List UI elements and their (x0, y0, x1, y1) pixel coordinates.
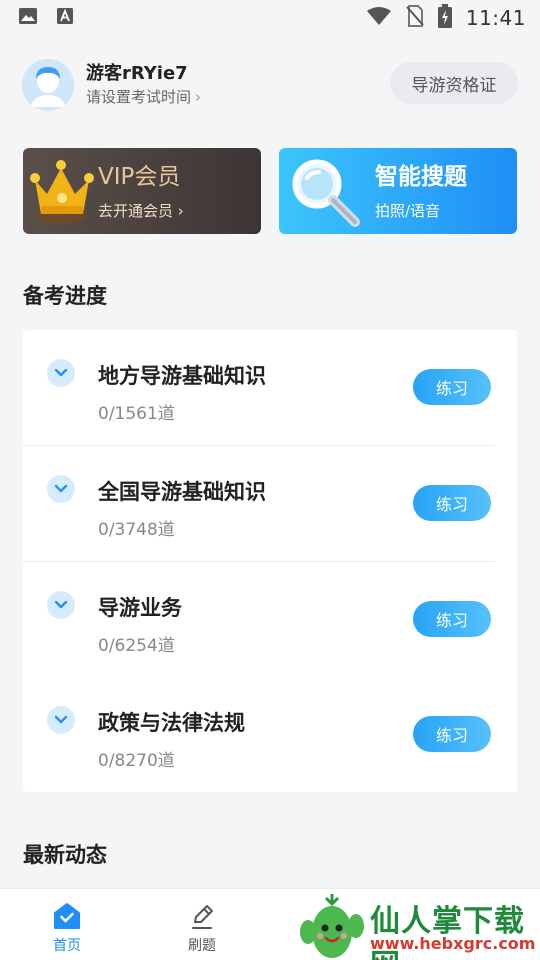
chevron-down-icon[interactable] (47, 359, 75, 387)
status-left (18, 7, 74, 29)
chevron-down-icon[interactable] (47, 591, 75, 619)
vip-membership-card[interactable]: VIP会员 去开通会员 › (23, 148, 261, 234)
vip-title: VIP会员 (98, 164, 181, 190)
avatar[interactable] (22, 59, 74, 111)
practice-button[interactable]: 练习 (413, 601, 491, 637)
watermark-url: www.hebxgrc.com (370, 934, 536, 953)
subject-name: 地方导游基础知识 (98, 364, 266, 388)
set-exam-time-link[interactable]: 请设置考试时间 › (86, 86, 201, 108)
subject-count: 0/6254道 (98, 636, 175, 656)
watermark: 仙人掌下载网 www.hebxgrc.com (296, 890, 540, 960)
no-sim-icon (406, 5, 424, 31)
tab-practice-label: 刷题 (188, 938, 216, 954)
profile-text: 游客rRYie7 请设置考试时间 › (86, 62, 201, 108)
status-right: 11:41 (366, 4, 526, 32)
tab-home-label: 首页 (53, 938, 81, 954)
chevron-down-icon[interactable] (47, 475, 75, 503)
pencil-icon (192, 905, 213, 929)
image-icon (18, 7, 38, 29)
practice-button[interactable]: 练习 (413, 716, 491, 752)
chevron-right-icon: › (195, 88, 202, 106)
font-icon (56, 7, 74, 29)
wifi-icon (366, 6, 392, 30)
exam-time-label: 请设置考试时间 (86, 88, 192, 106)
username: 游客rRYie7 (86, 63, 188, 84)
subject-count: 0/8270道 (98, 751, 175, 771)
home-icon (54, 903, 80, 929)
status-bar: 11:41 (0, 0, 540, 36)
crown-icon (29, 154, 95, 234)
chevron-down-icon[interactable] (47, 706, 75, 734)
list-item[interactable]: 导游业务 0/6254道 练习 (23, 562, 517, 678)
subject-name: 导游业务 (98, 596, 182, 620)
progress-section-title: 备考进度 (23, 284, 107, 308)
subject-name: 政策与法律法规 (98, 711, 245, 735)
list-item[interactable]: 全国导游基础知识 0/3748道 练习 (23, 446, 517, 562)
battery-charging-icon (437, 4, 452, 32)
tab-practice[interactable]: 刷题 (152, 889, 252, 960)
smart-search-card[interactable]: 智能搜题 拍照/语音 (279, 148, 517, 234)
subject-name: 全国导游基础知识 (98, 480, 266, 504)
user-avatar-icon (22, 59, 74, 111)
list-item[interactable]: 地方导游基础知识 0/1561道 练习 (23, 330, 517, 446)
subject-count: 0/1561道 (98, 404, 175, 424)
practice-button[interactable]: 练习 (413, 369, 491, 405)
certificate-type-button[interactable]: 导游资格证 (390, 62, 518, 104)
magnifier-icon (285, 154, 365, 234)
list-item[interactable]: 政策与法律法规 0/8270道 练习 (23, 677, 517, 793)
tab-home[interactable]: 首页 (17, 889, 117, 960)
progress-list: 地方导游基础知识 0/1561道 练习 全国导游基础知识 0/3748道 练习 … (23, 330, 517, 792)
profile-header: 游客rRYie7 请设置考试时间 › 导游资格证 (22, 58, 518, 112)
subject-count: 0/3748道 (98, 520, 175, 540)
news-section-title: 最新动态 (23, 843, 107, 867)
search-title: 智能搜题 (375, 164, 467, 190)
cactus-logo-icon (300, 894, 364, 958)
status-time: 11:41 (465, 6, 526, 30)
search-subtitle: 拍照/语音 (375, 202, 441, 220)
vip-subtitle: 去开通会员 › (98, 202, 184, 220)
practice-button[interactable]: 练习 (413, 485, 491, 521)
